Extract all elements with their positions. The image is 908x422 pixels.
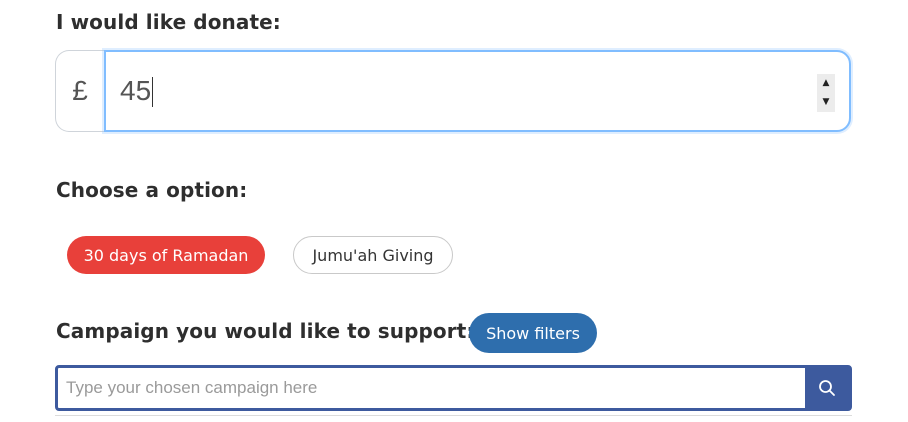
donation-form: I would like donate: £ 45 ▲ ▼ Choose a o…	[0, 0, 908, 422]
campaign-heading: Campaign you would like to support:	[56, 319, 475, 343]
amount-stepper[interactable]: ▲ ▼	[817, 74, 835, 112]
search-button[interactable]	[805, 368, 849, 408]
option-heading: Choose a option:	[56, 178, 248, 202]
amount-input[interactable]: 45 ▲ ▼	[104, 50, 851, 132]
decrement-icon[interactable]: ▼	[823, 98, 830, 107]
amount-input-group: £ 45 ▲ ▼	[55, 50, 851, 132]
show-filters-button[interactable]: Show filters	[469, 313, 597, 353]
currency-symbol: £	[55, 50, 104, 132]
text-caret	[152, 77, 154, 108]
divider	[55, 415, 852, 416]
search-icon	[819, 380, 835, 396]
campaign-search-input[interactable]	[58, 368, 805, 408]
increment-icon[interactable]: ▲	[823, 79, 830, 88]
campaign-search	[55, 365, 852, 411]
amount-value[interactable]: 45	[120, 75, 154, 108]
option-jumuah-giving[interactable]: Jumu'ah Giving	[293, 236, 453, 274]
option-30-days-of-ramadan[interactable]: 30 days of Ramadan	[67, 236, 265, 274]
donate-heading: I would like donate:	[56, 10, 281, 34]
